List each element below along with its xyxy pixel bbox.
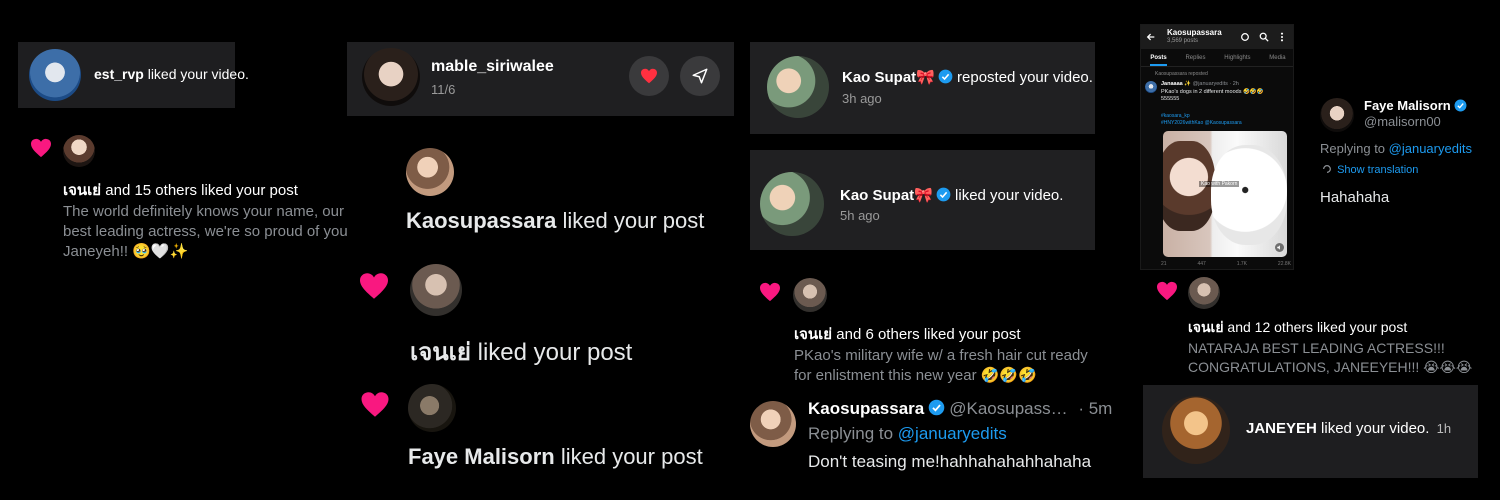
show-translation[interactable]: Show translation (1322, 164, 1418, 176)
avatar[interactable] (1320, 98, 1354, 132)
repost-count[interactable]: 447 (1197, 261, 1205, 267)
post-preview: The world definitely knows your name, ou… (63, 203, 348, 260)
date: 11/6 (431, 82, 456, 97)
like-summary: เจนเย่ and 12 others liked your post (1188, 319, 1408, 335)
profile-title: Kaosupassara (1167, 28, 1222, 37)
avatar[interactable] (1188, 277, 1220, 309)
time: 5h ago (840, 208, 880, 223)
verified-icon (936, 187, 951, 202)
avatar[interactable] (29, 49, 81, 101)
like-kaosupassara[interactable]: Kaosupassara liked your post (347, 140, 734, 240)
tab-highlights[interactable]: Highlights (1224, 51, 1250, 66)
toast-text: Kao Supat🎀 liked your video. (840, 187, 1064, 204)
avatar[interactable] (408, 384, 456, 432)
like-text: Faye Malisorn liked your post (408, 444, 703, 469)
verified-icon (928, 399, 945, 416)
replying-to: Replying to @januaryedits (1320, 141, 1472, 156)
like-summary: เจนเย่ and 15 others liked your post (63, 182, 298, 199)
username[interactable]: mable_siriwalee (431, 58, 554, 76)
reply-text: Hahahaha (1320, 189, 1390, 206)
heart-icon (361, 392, 389, 417)
toast-kao-repost[interactable]: Kao Supat🎀 reposted your video. 3h ago (750, 42, 1095, 134)
reply-handle[interactable]: @malisorn00 (1364, 114, 1441, 129)
tweet-author: Janaaaa ✨ @januaryedits · 2h (1161, 81, 1239, 87)
reply-text: Don't teasing me!hahhahahahhahaha (808, 452, 1092, 471)
avatar[interactable] (760, 172, 824, 236)
avatar[interactable] (793, 278, 827, 312)
dog-figure (1211, 145, 1287, 245)
reply-faye[interactable]: Faye Malisorn @malisorn00 Replying to @j… (1310, 90, 1495, 220)
profile-tabs: Posts Replies Highlights Media (1141, 51, 1293, 67)
like-text: เจนเย่ liked your post (410, 339, 633, 366)
reply-kaosupassara[interactable]: Kaosupassara @Kaosupass… · 5m Replying to… (750, 395, 1140, 485)
post-preview: NATARAJA BEST LEADING ACTRESS!!! CONGRAT… (1188, 340, 1473, 375)
tweet-stats: 21 447 1.7K 22.8K (1161, 261, 1291, 267)
toast-text: JANEYEH liked your video. 1h (1246, 420, 1452, 437)
toast-est-rvp[interactable]: est_rvp liked your video. (18, 42, 249, 108)
like-notification-4[interactable]: เจนเย่ and 12 others liked your post NAT… (1143, 272, 1493, 382)
volume-icon[interactable] (1275, 243, 1284, 252)
refresh-icon[interactable] (1240, 32, 1250, 42)
toast-text: est_rvp liked your video. (94, 66, 249, 82)
tab-replies[interactable]: Replies (1185, 51, 1205, 66)
video-thumbnail[interactable]: Kao with Pakorn (1163, 131, 1287, 257)
reply-header: Kaosupassara @Kaosupass… · 5m (808, 399, 1113, 418)
like-text: Kaosupassara liked your post (406, 208, 705, 233)
tab-posts[interactable]: Posts (1150, 51, 1167, 66)
back-arrow-icon[interactable] (1146, 32, 1156, 42)
replying-to: Replying to @januaryedits (808, 424, 1007, 443)
avatar[interactable] (1145, 81, 1157, 93)
heart-icon (760, 282, 780, 302)
view-count[interactable]: 22.8K (1278, 261, 1291, 267)
avatar[interactable] (63, 135, 95, 167)
more-icon[interactable] (1279, 32, 1285, 42)
toast-text: Kao Supat🎀 reposted your video. (842, 69, 1093, 86)
post-preview: PKao's military wife w/ a fresh hair cut… (794, 347, 1088, 384)
time: 3h ago (842, 91, 882, 106)
username[interactable]: est_rvp (94, 66, 144, 82)
reply-name: Faye Malisorn (1364, 98, 1467, 113)
avatar[interactable] (767, 56, 829, 118)
avatar[interactable] (750, 401, 796, 447)
dm-mable[interactable]: mable_siriwalee 11/6 (347, 42, 734, 116)
tweet-text: PKao's dogs in 2 different moods 🤣🤣🤣 555… (1161, 89, 1264, 102)
avatar[interactable] (410, 264, 462, 316)
translate-icon (1323, 165, 1331, 173)
avatar[interactable] (1162, 396, 1230, 464)
heart-icon (641, 68, 657, 84)
like-faye[interactable]: Faye Malisorn liked your post (347, 378, 734, 478)
toast-kao-liked[interactable]: Kao Supat🎀 liked your video. 5h ago (750, 150, 1095, 250)
like-notification-3[interactable]: เจนเย่ and 6 others liked your post PKao… (750, 268, 1130, 388)
verified-icon (1454, 99, 1467, 112)
send-icon (692, 68, 708, 84)
tab-media[interactable]: Media (1269, 51, 1285, 66)
avatar[interactable] (362, 48, 420, 106)
like-summary: เจนเย่ and 6 others liked your post (794, 326, 1021, 343)
toast-janeyeh[interactable]: JANEYEH liked your video. 1h (1143, 385, 1478, 478)
heart-icon (1157, 281, 1177, 301)
reposted-label: Kaosupassara reposted (1155, 71, 1208, 77)
post-count: 3,569 posts (1167, 38, 1199, 44)
like-count[interactable]: 1.7K (1237, 261, 1247, 267)
search-icon[interactable] (1259, 32, 1269, 42)
heart-icon (360, 273, 388, 299)
like-notification-1[interactable]: เจนเย่ and 15 others liked your post The… (0, 123, 348, 273)
reply-count[interactable]: 21 (1161, 261, 1167, 267)
tweet-hashtags[interactable]: #kaosara_kp #HNY2026withKao @Kaosupassar… (1161, 113, 1242, 127)
heart-icon (31, 138, 51, 158)
like-button[interactable] (629, 56, 669, 96)
send-button[interactable] (680, 56, 720, 96)
video-caption: Kao with Pakorn (1199, 181, 1240, 187)
profile-screenshot[interactable]: Kaosupassara 3,569 posts Posts Replies H… (1140, 24, 1294, 270)
verified-icon (938, 69, 953, 84)
like-janeyeh[interactable]: เจนเย่ liked your post (347, 258, 734, 368)
avatar[interactable] (406, 148, 454, 196)
